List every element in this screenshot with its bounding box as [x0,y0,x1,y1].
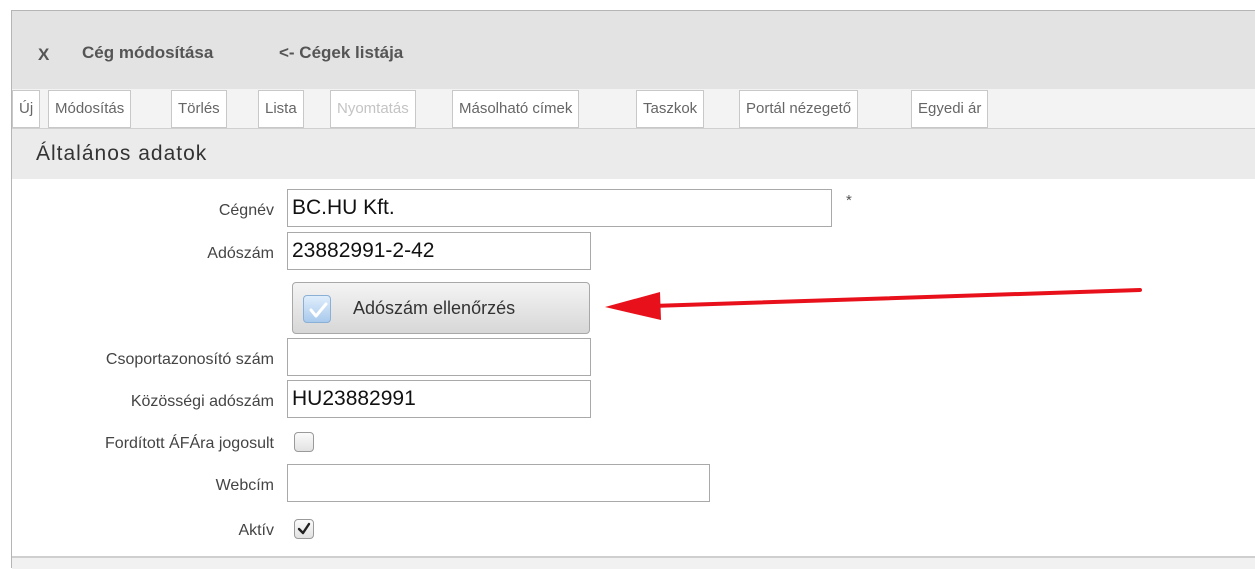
tab-delete[interactable]: Törlés [171,90,227,128]
window-titlebar: X Cég módosítása <- Cégek listája [12,11,1255,89]
website-input[interactable] [287,464,710,502]
close-button[interactable]: X [38,45,49,65]
reverse-vat-label: Fordított ÁFÁra jogosult [105,435,274,452]
company-name-label: Cégnév [218,202,274,219]
group-id-label: Csoportazonosító szám [105,351,274,368]
section-header: Általános adatok [12,129,1255,179]
group-id-input[interactable] [287,338,591,376]
company-edit-window: X Cég módosítása <- Cégek listája Új Mód… [11,10,1255,569]
eu-tax-number-label: Közösségi adószám [130,393,274,410]
back-to-company-list-link[interactable]: <- Cégek listája [279,43,403,63]
tab-copyable-addresses[interactable]: Másolható címek [452,90,580,128]
tab-print: Nyomtatás [330,90,416,128]
footer-strip [12,558,1255,569]
reverse-vat-checkbox[interactable] [294,432,314,452]
required-marker: * [846,192,852,209]
checkmark-icon [297,522,311,535]
tax-number-check-label: Adószám ellenőrzés [353,298,516,318]
tab-list[interactable]: Lista [258,90,304,128]
active-checkbox[interactable] [294,519,314,539]
tab-custom-price[interactable]: Egyedi ár [911,90,989,128]
tab-portal-viewer[interactable]: Portál nézegető [739,90,859,128]
tax-number-input[interactable] [287,232,591,270]
action-toolbar: Új Módosítás Törlés Lista Nyomtatás Máso… [12,89,1255,129]
tax-number-label: Adószám [207,245,274,262]
active-label: Aktív [238,522,274,539]
page-title: Cég módosítása [82,43,214,62]
check-icon [303,295,331,323]
tab-new[interactable]: Új [12,90,41,128]
tax-number-check-button[interactable]: Adószám ellenőrzés [292,282,590,334]
eu-tax-number-input[interactable] [287,380,591,418]
website-label: Webcím [215,477,274,494]
tab-tasks[interactable]: Taszkok [636,90,705,128]
tab-modify[interactable]: Módosítás [48,90,132,128]
section-title: Általános adatok [36,142,208,165]
company-name-input[interactable] [287,189,832,227]
